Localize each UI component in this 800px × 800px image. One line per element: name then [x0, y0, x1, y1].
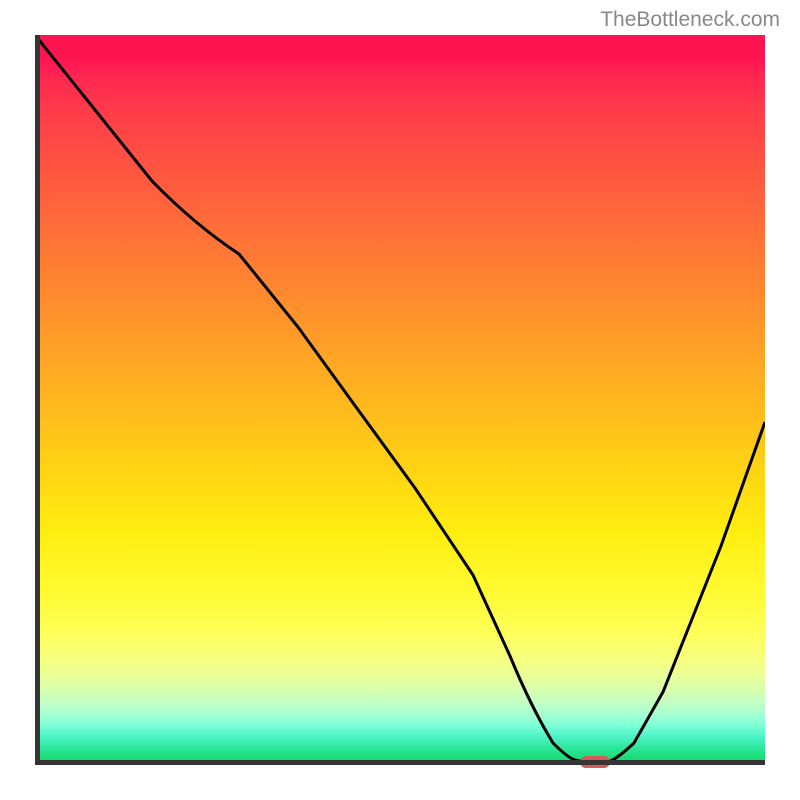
bottleneck-chart: TheBottleneck.com [0, 0, 800, 800]
plot-area [35, 35, 765, 765]
x-axis [35, 760, 765, 765]
watermark-text: TheBottleneck.com [600, 8, 780, 32]
curve-line [35, 35, 765, 765]
y-axis [35, 35, 40, 765]
